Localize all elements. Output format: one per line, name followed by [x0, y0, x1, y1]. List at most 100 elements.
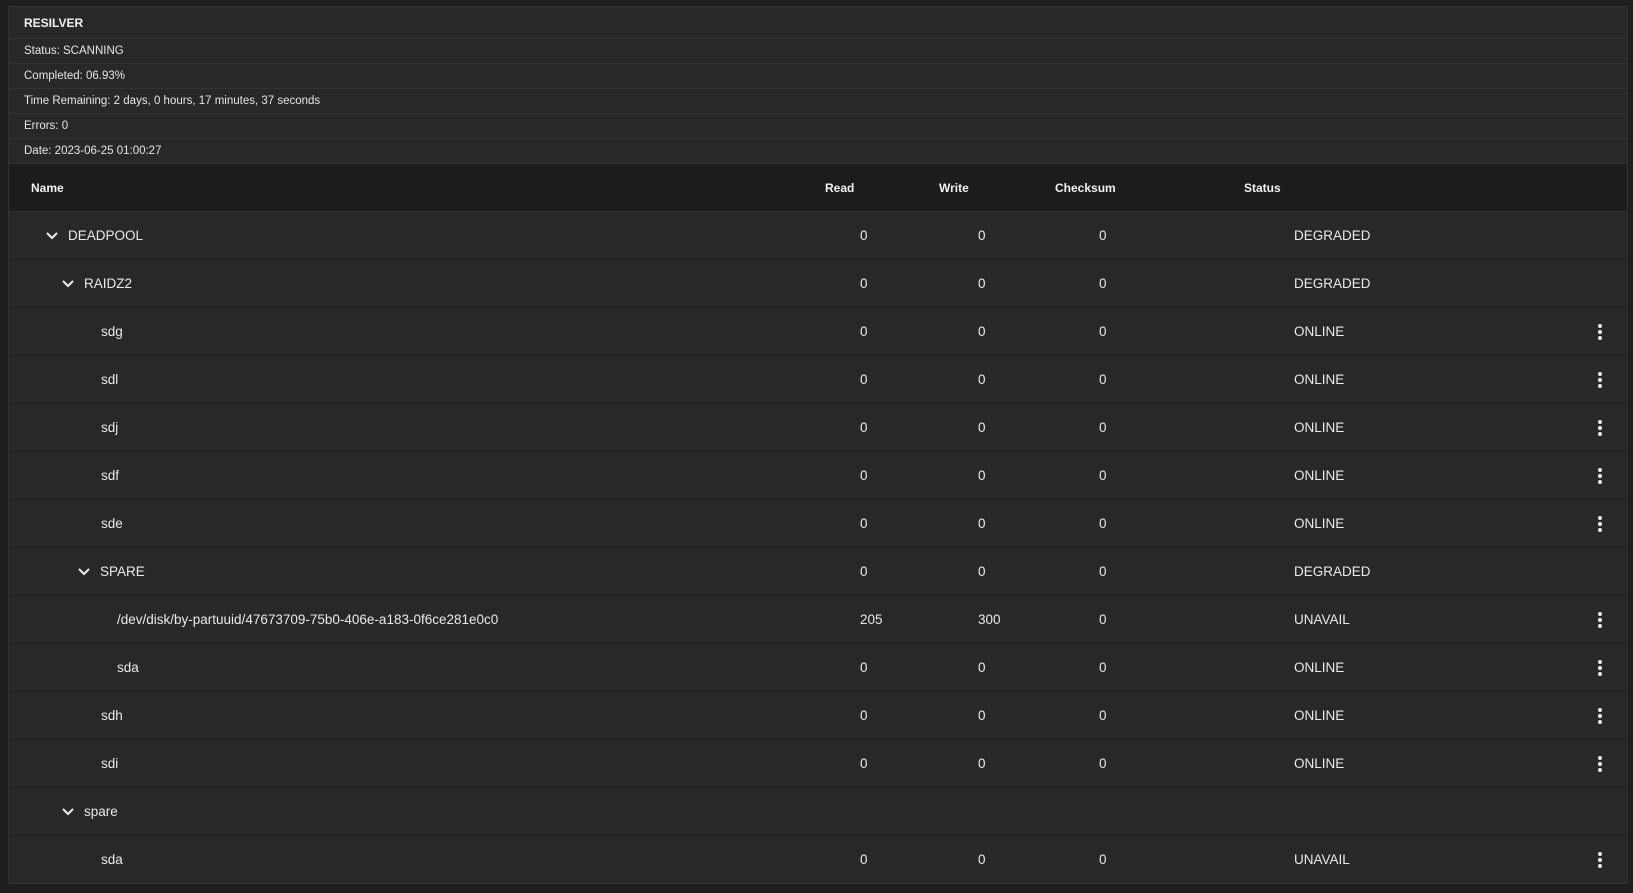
write-errors: 0	[978, 516, 986, 531]
device-status: ONLINE	[1294, 324, 1345, 339]
device-name-cell: sdi	[101, 740, 118, 787]
checksum-errors: 0	[1099, 516, 1107, 531]
device-status: ONLINE	[1294, 756, 1345, 771]
device-name: /dev/disk/by-partuuid/47673709-75b0-406e…	[117, 612, 499, 627]
device-name: sdi	[101, 756, 119, 771]
device-status: DEGRADED	[1294, 564, 1371, 579]
device-name-cell: RAIDZ2	[58, 260, 132, 307]
table-row[interactable]: sdg 0 0 0 ONLINE	[9, 308, 1627, 356]
device-name-cell: SPARE	[74, 548, 145, 595]
device-name-cell: sdf	[101, 452, 119, 499]
column-header-status[interactable]: Status	[1244, 164, 1281, 212]
chevron-down-icon[interactable]	[58, 274, 78, 294]
table-row[interactable]: DEADPOOL 0 0 0 DEGRADED	[9, 212, 1627, 260]
write-errors: 0	[978, 276, 986, 291]
table-row[interactable]: SPARE 0 0 0 DEGRADED	[9, 548, 1627, 596]
column-header-name[interactable]: Name	[31, 164, 64, 212]
chevron-down-icon[interactable]	[42, 226, 62, 246]
checksum-errors: 0	[1099, 468, 1107, 483]
checksum-errors: 0	[1099, 324, 1107, 339]
device-name: sda	[101, 852, 123, 867]
chevron-down-icon[interactable]	[58, 802, 78, 822]
read-errors: 0	[860, 564, 868, 579]
column-header-read[interactable]: Read	[825, 164, 854, 212]
device-status: ONLINE	[1294, 708, 1345, 723]
table-row[interactable]: sdj 0 0 0 ONLINE	[9, 404, 1627, 452]
read-errors: 0	[860, 228, 868, 243]
read-errors: 0	[860, 708, 868, 723]
table-row[interactable]: sdf 0 0 0 ONLINE	[9, 452, 1627, 500]
checksum-errors: 0	[1099, 612, 1107, 627]
write-errors: 0	[978, 468, 986, 483]
more-vertical-icon[interactable]	[1587, 655, 1613, 681]
resilver-errors: Errors: 0	[9, 114, 1627, 139]
table-row[interactable]: spare	[9, 788, 1627, 836]
read-errors: 0	[860, 420, 868, 435]
write-errors: 0	[978, 852, 986, 867]
table-row[interactable]: sdh 0 0 0 ONLINE	[9, 692, 1627, 740]
device-status: ONLINE	[1294, 372, 1345, 387]
device-status: ONLINE	[1294, 468, 1345, 483]
write-errors: 0	[978, 660, 986, 675]
table-row[interactable]: sda 0 0 0 ONLINE	[9, 644, 1627, 692]
read-errors: 0	[860, 660, 868, 675]
device-status: DEGRADED	[1294, 276, 1371, 291]
device-name-cell: sda	[101, 836, 123, 883]
device-status: UNAVAIL	[1294, 852, 1350, 867]
read-errors: 0	[860, 756, 868, 771]
resilver-completed: Completed: 06.93%	[9, 64, 1627, 89]
checksum-errors: 0	[1099, 660, 1107, 675]
more-vertical-icon[interactable]	[1587, 751, 1613, 777]
more-vertical-icon[interactable]	[1587, 415, 1613, 441]
device-name: sde	[101, 516, 123, 531]
device-name: DEADPOOL	[68, 228, 144, 243]
write-errors: 300	[978, 612, 1001, 627]
resilver-title: RESILVER	[9, 7, 1627, 39]
more-vertical-icon[interactable]	[1587, 847, 1613, 873]
device-name-cell: sde	[101, 500, 123, 547]
column-header-checksum[interactable]: Checksum	[1055, 164, 1116, 212]
checksum-errors: 0	[1099, 756, 1107, 771]
device-name-cell: sdl	[101, 356, 118, 403]
more-vertical-icon[interactable]	[1587, 367, 1613, 393]
device-name: sdh	[101, 708, 123, 723]
read-errors: 0	[860, 324, 868, 339]
table-row[interactable]: sdi 0 0 0 ONLINE	[9, 740, 1627, 788]
device-name-cell: sda	[117, 644, 139, 691]
write-errors: 0	[978, 324, 986, 339]
checksum-errors: 0	[1099, 420, 1107, 435]
device-name-cell: spare	[58, 788, 118, 835]
device-table-body: DEADPOOL 0 0 0 DEGRADED RAIDZ2 0 0 0 DEGRADED sdg 0…	[9, 212, 1627, 883]
read-errors: 0	[860, 276, 868, 291]
more-vertical-icon[interactable]	[1587, 463, 1613, 489]
write-errors: 0	[978, 228, 986, 243]
table-row[interactable]: sdl 0 0 0 ONLINE	[9, 356, 1627, 404]
column-header-write[interactable]: Write	[939, 164, 969, 212]
device-name-cell: sdh	[101, 692, 123, 739]
write-errors: 0	[978, 708, 986, 723]
device-name: sdf	[101, 468, 120, 483]
table-row[interactable]: sda 0 0 0 UNAVAIL	[9, 836, 1627, 883]
device-name-cell: /dev/disk/by-partuuid/47673709-75b0-406e…	[117, 596, 498, 643]
device-name: RAIDZ2	[84, 276, 133, 291]
write-errors: 0	[978, 420, 986, 435]
more-vertical-icon[interactable]	[1587, 607, 1613, 633]
device-name-cell: sdg	[101, 308, 123, 355]
device-name: sda	[117, 660, 139, 675]
read-errors: 205	[860, 612, 883, 627]
device-name: sdj	[101, 420, 119, 435]
checksum-errors: 0	[1099, 564, 1107, 579]
more-vertical-icon[interactable]	[1587, 511, 1613, 537]
read-errors: 0	[860, 852, 868, 867]
table-row[interactable]: RAIDZ2 0 0 0 DEGRADED	[9, 260, 1627, 308]
table-row[interactable]: sde 0 0 0 ONLINE	[9, 500, 1627, 548]
more-vertical-icon[interactable]	[1587, 319, 1613, 345]
table-row[interactable]: /dev/disk/by-partuuid/47673709-75b0-406e…	[9, 596, 1627, 644]
checksum-errors: 0	[1099, 276, 1107, 291]
device-name: sdg	[101, 324, 123, 339]
checksum-errors: 0	[1099, 228, 1107, 243]
more-vertical-icon[interactable]	[1587, 703, 1613, 729]
write-errors: 0	[978, 756, 986, 771]
chevron-down-icon[interactable]	[74, 562, 94, 582]
checksum-errors: 0	[1099, 708, 1107, 723]
